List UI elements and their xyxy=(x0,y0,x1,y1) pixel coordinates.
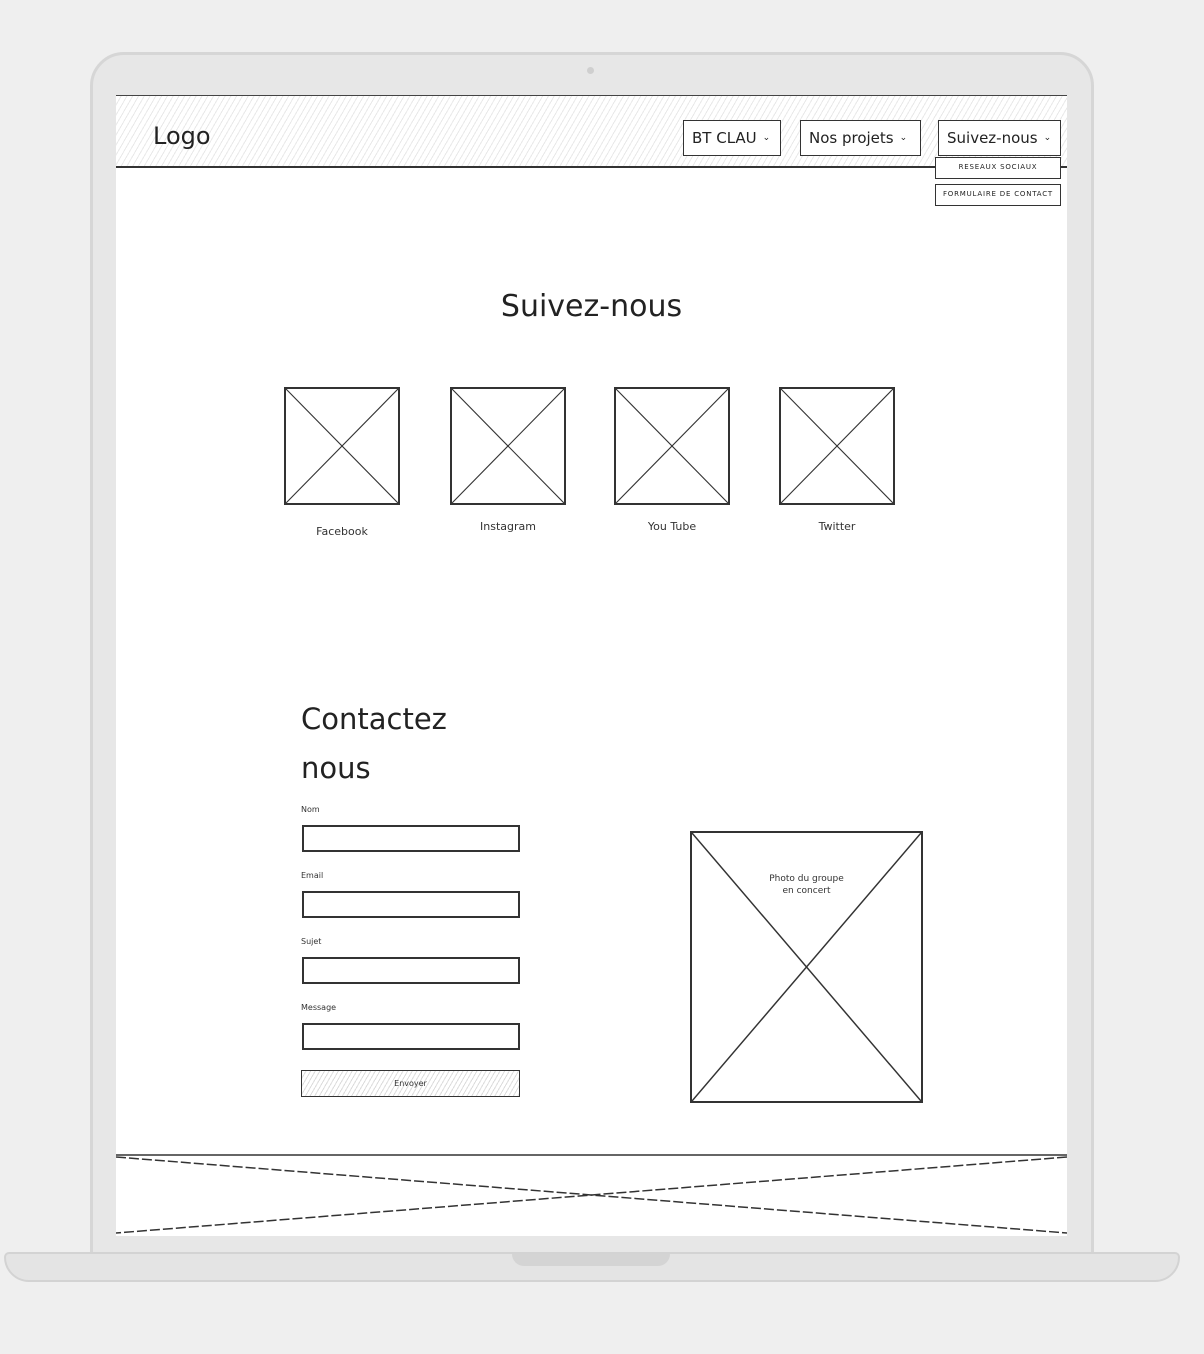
message-label: Message xyxy=(301,1003,337,1012)
submenu-item-reseaux-sociaux[interactable]: RESEAUX SOCIAUX xyxy=(935,157,1061,179)
nav-label: Nos projets xyxy=(809,128,894,147)
social-label: Facebook xyxy=(316,525,368,538)
browser-screen: Logo BT CLAU ⌄ Nos projets ⌄ Suivez-nous… xyxy=(116,95,1067,1236)
photo-caption-line1: Photo du groupe xyxy=(769,874,844,884)
nav-label: BT CLAU xyxy=(692,128,757,147)
chevron-down-icon: ⌄ xyxy=(762,132,771,143)
email-label: Email xyxy=(301,871,324,880)
twitter-image-placeholder xyxy=(779,387,895,505)
subject-label: Sujet xyxy=(301,937,322,946)
site-header: Logo BT CLAU ⌄ Nos projets ⌄ Suivez-nous… xyxy=(116,95,1067,168)
email-field[interactable] xyxy=(302,891,520,918)
youtube-image-placeholder xyxy=(614,387,730,505)
message-field[interactable] xyxy=(302,1023,520,1050)
social-label: Twitter xyxy=(818,520,856,533)
social-label: You Tube xyxy=(647,520,697,533)
chevron-down-icon: ⌄ xyxy=(899,132,908,143)
social-label: Instagram xyxy=(480,520,536,533)
submenu-item-formulaire-contact[interactable]: FORMULAIRE DE CONTACT xyxy=(935,184,1061,206)
photo-caption-line2: en concert xyxy=(782,886,831,896)
laptop-notch xyxy=(512,1254,670,1266)
send-button[interactable]: Envoyer xyxy=(301,1070,520,1097)
name-label: Nom xyxy=(301,805,320,814)
footer-placeholder xyxy=(116,1154,1067,1234)
name-field[interactable] xyxy=(302,825,520,852)
chevron-down-icon: ⌄ xyxy=(1043,132,1052,143)
photo-caption: Photo du groupe en concert xyxy=(692,873,921,897)
nav-menu-suivez-nous[interactable]: Suivez-nous ⌄ xyxy=(938,120,1061,156)
group-photo-placeholder: Photo du groupe en concert xyxy=(690,831,923,1103)
camera-dot xyxy=(587,67,594,74)
instagram-image-placeholder xyxy=(450,387,566,505)
nav-menu-bt-clau[interactable]: BT CLAU ⌄ xyxy=(683,120,781,156)
contact-title-line1: Contactez xyxy=(301,702,447,736)
subject-field[interactable] xyxy=(302,957,520,984)
section-title-suivez-nous: Suivez-nous xyxy=(500,289,683,324)
facebook-image-placeholder xyxy=(284,387,400,505)
nav-menu-nos-projets[interactable]: Nos projets ⌄ xyxy=(800,120,921,156)
contact-title-line2: nous xyxy=(301,751,371,785)
site-logo[interactable]: Logo xyxy=(153,122,211,150)
nav-label: Suivez-nous xyxy=(947,128,1038,147)
section-title-contact: Contactez nous xyxy=(301,695,501,793)
